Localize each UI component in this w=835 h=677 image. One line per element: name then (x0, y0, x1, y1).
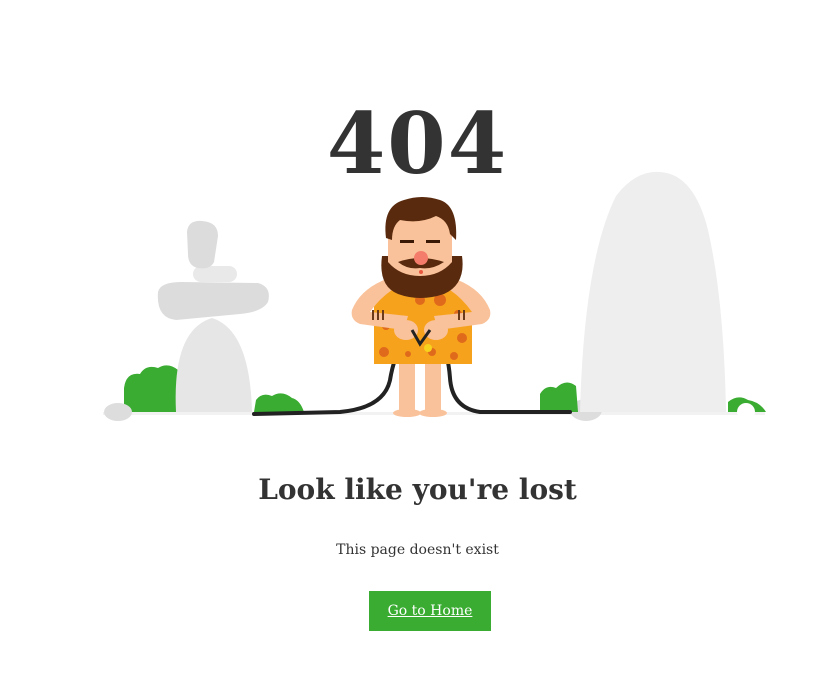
far-right-pebble (737, 403, 755, 421)
right-bush (540, 382, 578, 412)
page-title: Look like you're lost (258, 473, 577, 506)
left-bush (124, 365, 180, 412)
error-code: 404 (326, 94, 509, 193)
pebble-left (104, 403, 132, 421)
not-found-page: 404 Look like you're lost This page does… (0, 0, 835, 677)
caveman (351, 197, 491, 417)
caveman-illustration (103, 171, 766, 421)
middle-bush (254, 393, 304, 412)
page-subtitle: This page doesn't exist (336, 542, 499, 558)
go-home-button[interactable]: Go to Home (369, 591, 491, 631)
tall-rock (580, 171, 726, 412)
